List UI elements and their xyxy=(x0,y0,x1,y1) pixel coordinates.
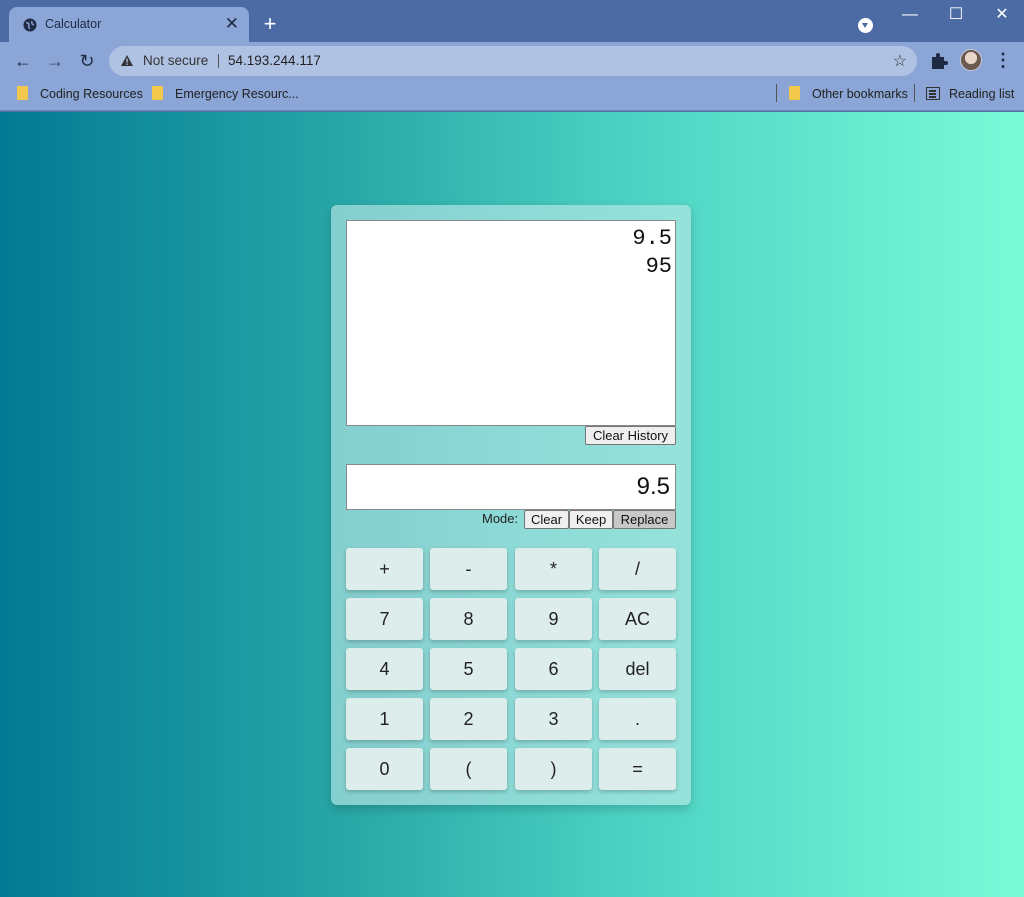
minimize-button[interactable]: — xyxy=(887,2,933,30)
key-0[interactable]: 0 xyxy=(346,748,423,790)
browser-tabstrip: Calculator ✕ + — ☐ ✕ xyxy=(0,0,1024,42)
omnibox-divider xyxy=(218,54,219,68)
url-text[interactable]: 54.193.244.117 xyxy=(228,53,321,68)
key-all-clear[interactable]: AC xyxy=(599,598,676,640)
key-4[interactable]: 4 xyxy=(346,648,423,690)
page-background: 9.5 95 Clear History 9.5 Mode: Clear Kee… xyxy=(0,112,1024,897)
back-arrow-icon[interactable]: ← xyxy=(11,50,35,72)
key-9[interactable]: 9 xyxy=(515,598,592,640)
tab-search-icon[interactable] xyxy=(858,18,873,33)
menu-kebab-icon[interactable]: ⋮ xyxy=(993,51,1013,71)
new-tab-button[interactable]: + xyxy=(258,13,282,37)
browser-toolbar: ← → ↻ Not secure 54.193.244.117 ☆ ⋮ xyxy=(0,42,1024,80)
mode-label: Mode: xyxy=(482,511,519,526)
warning-icon xyxy=(121,55,133,66)
forward-arrow-icon[interactable]: → xyxy=(43,50,67,72)
close-window-button[interactable]: ✕ xyxy=(979,2,1024,30)
history-panel[interactable]: 9.5 95 xyxy=(346,220,676,426)
bookmark-coding-resources[interactable]: Coding Resources xyxy=(17,86,143,104)
mode-keep-button[interactable]: Keep xyxy=(569,510,613,529)
clear-history-button[interactable]: Clear History xyxy=(585,426,676,445)
folder-icon xyxy=(152,86,163,100)
key-open-paren[interactable]: ( xyxy=(430,748,507,790)
globe-icon xyxy=(23,18,37,32)
key-plus[interactable]: + xyxy=(346,548,423,590)
key-5[interactable]: 5 xyxy=(430,648,507,690)
bookmark-star-icon[interactable]: ☆ xyxy=(893,51,907,71)
key-decimal[interactable]: . xyxy=(599,698,676,740)
key-3[interactable]: 3 xyxy=(515,698,592,740)
bookmarks-divider xyxy=(914,84,915,102)
bookmarks-divider xyxy=(776,84,777,102)
key-minus[interactable]: - xyxy=(430,548,507,590)
history-entry: 9.5 xyxy=(632,226,672,251)
key-close-paren[interactable]: ) xyxy=(515,748,592,790)
tab-close-icon[interactable]: ✕ xyxy=(225,15,239,33)
reload-icon[interactable]: ↻ xyxy=(75,50,99,72)
bookmark-emergency-resources[interactable]: Emergency Resourc... xyxy=(152,86,299,104)
address-bar[interactable]: Not secure 54.193.244.117 ☆ xyxy=(109,46,917,76)
key-multiply[interactable]: * xyxy=(515,548,592,590)
reading-list[interactable]: Reading list xyxy=(926,86,1014,104)
calculator-display[interactable]: 9.5 xyxy=(346,464,676,510)
maximize-button[interactable]: ☐ xyxy=(933,2,979,30)
history-entry: 95 xyxy=(645,254,672,279)
folder-icon xyxy=(17,86,28,100)
key-divide[interactable]: / xyxy=(599,548,676,590)
tab-title: Calculator xyxy=(45,17,102,31)
bookmarks-bar: Coding Resources Emergency Resourc... Ot… xyxy=(0,80,1024,111)
key-7[interactable]: 7 xyxy=(346,598,423,640)
reading-list-icon xyxy=(926,87,940,100)
calculator-panel: 9.5 95 Clear History 9.5 Mode: Clear Kee… xyxy=(331,205,691,805)
browser-tab[interactable]: Calculator ✕ xyxy=(9,7,249,42)
key-delete[interactable]: del xyxy=(599,648,676,690)
key-8[interactable]: 8 xyxy=(430,598,507,640)
extensions-puzzle-icon[interactable] xyxy=(929,51,949,71)
profile-avatar[interactable] xyxy=(960,49,982,71)
folder-icon xyxy=(789,86,800,100)
mode-replace-button[interactable]: Replace xyxy=(613,510,676,529)
key-6[interactable]: 6 xyxy=(515,648,592,690)
key-2[interactable]: 2 xyxy=(430,698,507,740)
other-bookmarks[interactable]: Other bookmarks xyxy=(789,86,908,104)
key-1[interactable]: 1 xyxy=(346,698,423,740)
mode-clear-button[interactable]: Clear xyxy=(524,510,569,529)
not-secure-label[interactable]: Not secure xyxy=(143,53,208,68)
key-equals[interactable]: = xyxy=(599,748,676,790)
